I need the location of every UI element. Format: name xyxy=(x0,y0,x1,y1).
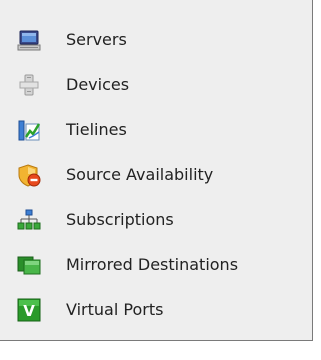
nav-item-subscriptions[interactable]: Subscriptions xyxy=(0,200,310,240)
virtual-port-v-icon: V xyxy=(17,298,41,322)
nav-item-virtual-ports[interactable]: V Virtual Ports xyxy=(0,290,310,330)
nav-item-source-availability[interactable]: Source Availability xyxy=(0,155,310,195)
navigation-panel: Servers Devices Tielines Source Availabi… xyxy=(0,0,313,341)
mirrored-screens-icon xyxy=(17,253,41,277)
nav-item-label: Devices xyxy=(66,75,130,94)
server-monitor-icon xyxy=(17,28,41,52)
nav-item-label: Servers xyxy=(66,30,127,49)
shield-warning-icon xyxy=(17,163,41,187)
nav-item-label: Subscriptions xyxy=(66,210,174,229)
svg-text:V: V xyxy=(23,302,35,320)
tieline-chart-icon xyxy=(17,118,41,142)
nav-item-label: Virtual Ports xyxy=(66,300,164,319)
nav-item-label: Mirrored Destinations xyxy=(66,255,239,274)
network-tree-icon xyxy=(17,208,41,232)
device-tower-icon xyxy=(17,73,41,97)
nav-item-tielines[interactable]: Tielines xyxy=(0,110,310,150)
nav-item-mirrored-destinations[interactable]: Mirrored Destinations xyxy=(0,245,310,285)
nav-item-label: Tielines xyxy=(66,120,127,139)
nav-item-servers[interactable]: Servers xyxy=(0,20,310,60)
nav-item-devices[interactable]: Devices xyxy=(0,65,310,105)
nav-item-label: Source Availability xyxy=(66,165,214,184)
